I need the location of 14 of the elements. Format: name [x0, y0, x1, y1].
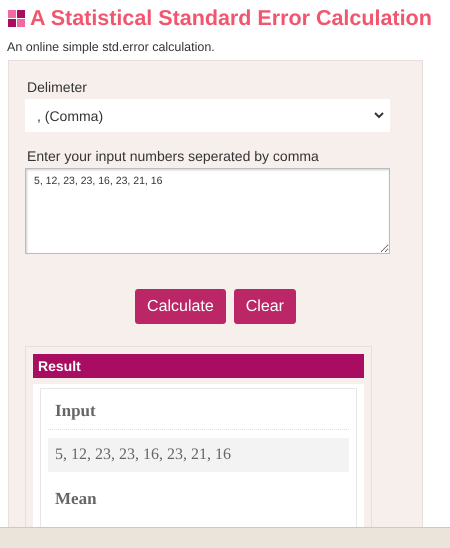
calculate-button[interactable]: Calculate — [135, 289, 226, 324]
input-label: Enter your input numbers seperated by comma — [27, 148, 320, 164]
clear-button[interactable]: Clear — [234, 289, 296, 324]
delimiter-label: Delimeter — [27, 79, 88, 95]
delimiter-select[interactable]: , (Comma) — [25, 99, 390, 132]
result-value: 5, 12, 23, 23, 16, 23, 21, 16 — [48, 438, 349, 472]
result-heading: Input — [48, 401, 349, 430]
squares-logo-icon — [8, 10, 25, 27]
numbers-input-field[interactable]: 5, 12, 23, 23, 16, 23, 21, 16 — [25, 168, 390, 254]
page-subtitle: An online simple std.error calculation. — [7, 40, 216, 54]
result-heading: Mean — [54, 489, 98, 510]
chevron-down-icon — [374, 112, 384, 119]
page-title: A Statistical Standard Error Calculation — [30, 6, 432, 31]
result-header: Result — [33, 354, 364, 378]
